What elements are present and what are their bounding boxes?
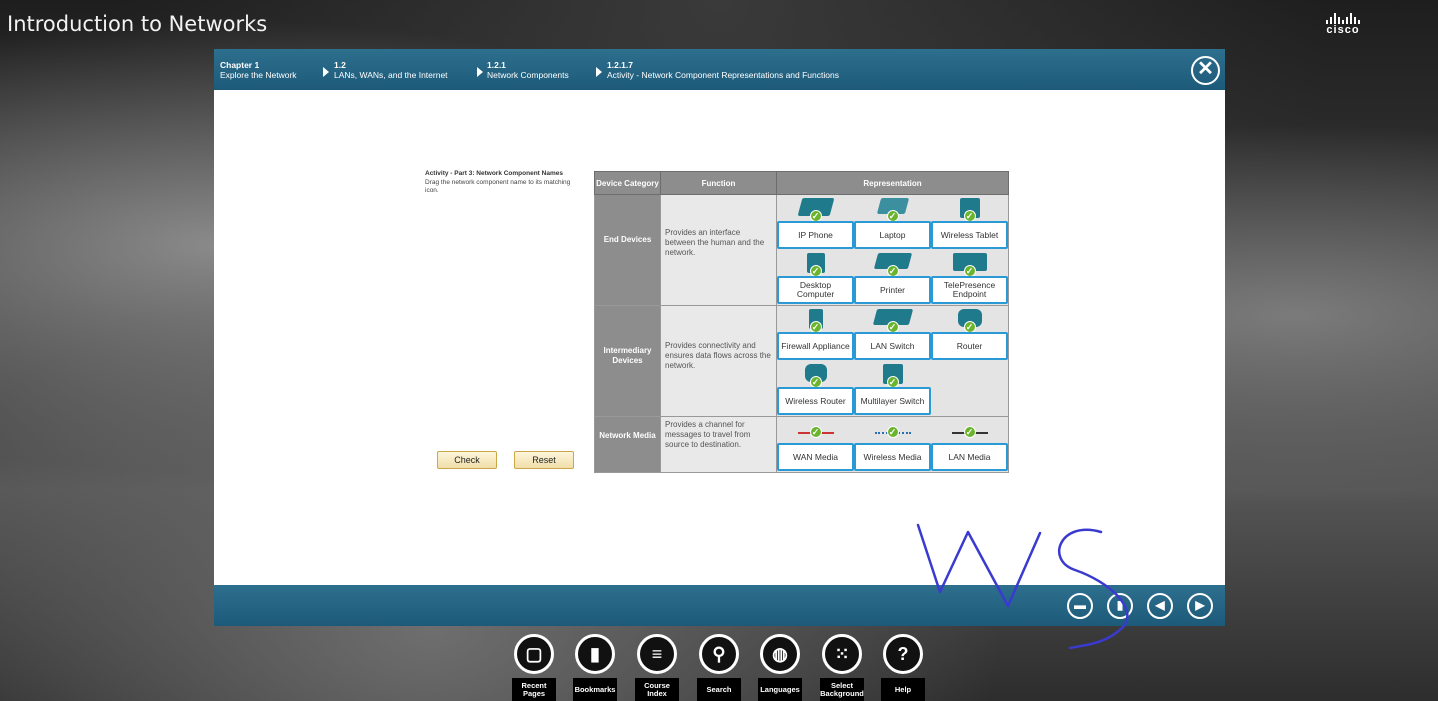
bottom-navigation: ▬ ▮ ◀ ▶ xyxy=(214,585,1225,626)
label-lan-media[interactable]: LAN Media xyxy=(931,443,1008,471)
pages-icon: ▢ xyxy=(514,634,554,674)
header-device-category: Device Category xyxy=(594,171,661,195)
multilayer-switch-icon: ✓ xyxy=(873,364,913,388)
chevron-right-icon xyxy=(323,67,329,77)
function-end-devices: Provides an interface between the human … xyxy=(660,194,777,306)
category-network-media: Network Media xyxy=(594,416,661,473)
representation-network-media: ✓ WAN Media ✓ Wireless Media ✓ LAN Media xyxy=(776,416,1009,473)
firewall-icon: ✓ xyxy=(796,309,836,333)
desktop-icon: ✓ xyxy=(796,253,836,277)
header-function: Function xyxy=(660,171,777,195)
tablet-icon: ✓ xyxy=(950,198,990,222)
globe-icon: ◍ xyxy=(760,634,800,674)
label-wireless-media[interactable]: Wireless Media xyxy=(854,443,931,471)
dock-select-background[interactable]: ⁙ Select Background xyxy=(820,634,864,701)
breadcrumb-chapter[interactable]: Chapter 1 Explore the Network xyxy=(220,60,297,80)
lan-switch-icon: ✓ xyxy=(872,309,913,333)
label-desktop-computer[interactable]: Desktop Computer xyxy=(777,276,854,304)
check-icon: ✓ xyxy=(886,426,899,438)
check-icon: ✓ xyxy=(963,426,976,438)
representation-end-devices: ✓ IP Phone ✓ Laptop ✓ Wireless Tablet ✓ Desk… xyxy=(776,194,1009,306)
activity-table: Device Category Function Representation … xyxy=(594,171,1009,473)
lan-media-icon: ✓ xyxy=(940,420,1000,443)
chevron-right-icon xyxy=(596,67,602,77)
chevron-right-icon xyxy=(477,67,483,77)
instructions-body: Drag the network component name to its m… xyxy=(425,178,571,195)
function-intermediary-devices: Provides connectivity and ensures data f… xyxy=(660,305,777,417)
instructions-heading: Activity - Part 3: Network Component Nam… xyxy=(425,170,563,177)
function-network-media: Provides a channel for messages to trave… xyxy=(660,416,777,473)
content-frame: Chapter 1 Explore the Network 1.2 LANs, WA… xyxy=(214,49,1225,626)
dock-bookmarks[interactable]: ▮ Bookmarks xyxy=(573,634,617,701)
category-intermediary-devices: Intermediary Devices xyxy=(594,305,661,417)
label-firewall-appliance[interactable]: Firewall Appliance xyxy=(777,332,854,360)
previous-icon[interactable]: ◀ xyxy=(1147,593,1173,619)
wireless-router-icon: ✓ xyxy=(796,364,836,388)
close-icon[interactable]: ✕ xyxy=(1191,56,1220,85)
label-printer[interactable]: Printer xyxy=(854,276,931,304)
header-representation: Representation xyxy=(776,171,1009,195)
printer-icon: ✓ xyxy=(873,253,913,277)
help-icon: ? xyxy=(883,634,923,674)
check-icon: ✓ xyxy=(809,426,822,438)
dock-help[interactable]: ? Help xyxy=(881,634,925,701)
comment-icon[interactable]: ▬ xyxy=(1067,593,1093,619)
laptop-icon: ✓ xyxy=(873,198,913,222)
breadcrumb-topic[interactable]: 1.2.1 Network Components xyxy=(487,60,569,80)
breadcrumb: Chapter 1 Explore the Network 1.2 LANs, WA… xyxy=(214,49,1225,90)
label-multilayer-switch[interactable]: Multilayer Switch xyxy=(854,387,931,415)
dock-recent-pages[interactable]: ▢ Recent Pages xyxy=(512,634,556,701)
dock-search[interactable]: ⚲ Search xyxy=(697,634,741,701)
dock: ▢ Recent Pages ▮ Bookmarks ≡ Course Inde… xyxy=(512,634,934,701)
breadcrumb-activity: 1.2.1.7 Activity - Network Component Repr… xyxy=(607,60,839,80)
grid-icon: ⁙ xyxy=(822,634,862,674)
router-icon: ✓ xyxy=(950,309,990,333)
label-router[interactable]: Router xyxy=(931,332,1008,360)
label-laptop[interactable]: Laptop xyxy=(854,221,931,249)
label-ip-phone[interactable]: IP Phone xyxy=(777,221,854,249)
dock-course-index[interactable]: ≡ Course Index xyxy=(635,634,679,701)
representation-intermediary-devices: ✓ Firewall Appliance ✓ LAN Switch ✓ Router … xyxy=(776,305,1009,417)
category-end-devices: End Devices xyxy=(594,194,661,306)
dock-languages[interactable]: ◍ Languages xyxy=(758,634,802,701)
label-lan-switch[interactable]: LAN Switch xyxy=(854,332,931,360)
cisco-logo: cisco xyxy=(1326,12,1360,36)
wireless-media-icon: ✓ xyxy=(863,420,923,443)
reset-button[interactable]: Reset xyxy=(514,451,574,469)
search-icon: ⚲ xyxy=(699,634,739,674)
label-wan-media[interactable]: WAN Media xyxy=(777,443,854,471)
ip-phone-icon: ✓ xyxy=(796,198,836,222)
bookmark-icon: ▮ xyxy=(575,634,615,674)
check-button[interactable]: Check xyxy=(437,451,497,469)
list-icon: ≡ xyxy=(637,634,677,674)
label-telepresence-endpoint[interactable]: TelePresence Endpoint xyxy=(931,276,1008,304)
next-icon[interactable]: ▶ xyxy=(1187,593,1213,619)
instructions: Activity - Part 3: Network Component Nam… xyxy=(425,170,585,196)
label-wireless-router[interactable]: Wireless Router xyxy=(777,387,854,415)
breadcrumb-section[interactable]: 1.2 LANs, WANs, and the Internet xyxy=(334,60,448,80)
course-title: Introduction to Networks xyxy=(7,12,268,36)
bookmark-icon[interactable]: ▮ xyxy=(1107,593,1133,619)
telepresence-icon: ✓ xyxy=(950,253,990,277)
wan-media-icon: ✓ xyxy=(786,420,846,443)
label-wireless-tablet[interactable]: Wireless Tablet xyxy=(931,221,1008,249)
